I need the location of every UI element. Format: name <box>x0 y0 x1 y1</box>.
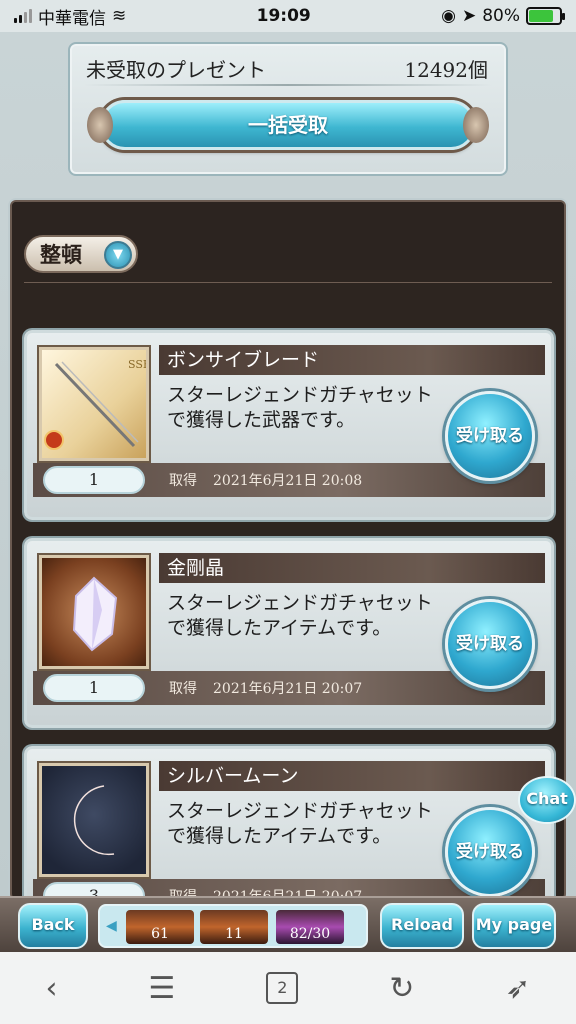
obtained-time: 2021年6月21日 20:08 <box>213 473 363 489</box>
present-card: シルバームーン スターレジェンドガチャセットで獲得したアイテムです。 3 取得 2… <box>24 746 554 898</box>
battery-icon <box>525 7 565 25</box>
chevron-left-icon[interactable]: ◀ <box>106 918 120 934</box>
item-thumbnail[interactable] <box>39 763 149 877</box>
receive-button[interactable]: 受け取る <box>445 599 535 689</box>
event-ticker[interactable]: ◀ 61 11 82/30 <box>98 904 368 948</box>
present-count: 12492個 <box>404 58 488 82</box>
browser-toolbar: ‹ ☰ 2 ↻ ➶ <box>0 952 576 1024</box>
ticker-item[interactable]: 61 <box>126 910 194 944</box>
divider <box>84 84 492 86</box>
item-name: シルバームーン <box>159 761 545 791</box>
mypage-button[interactable]: My page <box>472 903 556 949</box>
present-card: SSR ボンサイブレード スターレジェンドガチャセットで獲得した武器です。 1 … <box>24 330 554 520</box>
battery-percent: 80% <box>482 6 520 26</box>
rarity-badge: SSR <box>128 358 146 371</box>
clock: 19:09 <box>256 6 311 26</box>
location-icon: ➤ <box>461 6 477 26</box>
item-name: ボンサイブレード <box>159 345 545 375</box>
sword-icon: SSR <box>44 358 152 450</box>
status-left: 中華電信 ≋ <box>14 4 126 29</box>
present-title: 未受取のプレゼント <box>86 58 266 82</box>
lock-rotation-icon: ◉ <box>441 6 456 26</box>
obtained-label: 取得 <box>169 473 197 489</box>
obtained-label: 取得 <box>169 681 197 697</box>
bulk-receive-label: 一括受取 <box>248 113 328 137</box>
game-footer: Back ◀ 61 11 82/30 Reload My page <box>0 896 576 952</box>
chevron-down-icon: ▼ <box>104 241 132 269</box>
weapon-thumbnail[interactable]: SSR <box>39 347 152 461</box>
receive-button[interactable]: 受け取る <box>445 391 535 481</box>
list-toolbar: 整頓 ▼ <box>12 202 564 273</box>
ticker-item[interactable]: 11 <box>200 910 268 944</box>
battery-fill <box>528 10 553 22</box>
status-right: ◉ ➤ 80% <box>441 6 565 26</box>
back-arrow-icon[interactable]: ‹ <box>45 971 57 1006</box>
crescent-moon-icon <box>73 785 115 856</box>
rocket-icon[interactable]: ➶ <box>505 971 530 1006</box>
present-list-panel: 整頓 ▼ SSR ボンサイブレード スターレジェンドガチャセットで獲得した武器で… <box>10 200 566 900</box>
bulk-receive-button[interactable]: 一括受取 <box>87 100 489 150</box>
chat-button[interactable]: Chat <box>518 776 576 824</box>
present-card: 金剛晶 スターレジェンドガチャセットで獲得したアイテムです。 1 取得 2021年… <box>24 538 554 728</box>
sort-label: 整頓 <box>40 243 82 267</box>
item-quantity: 1 <box>43 466 145 494</box>
item-description: スターレジェンドガチャセットで獲得したアイテムです。 <box>167 800 433 847</box>
divider <box>24 282 552 283</box>
item-name: 金剛晶 <box>159 553 545 583</box>
item-thumbnail[interactable] <box>39 555 149 669</box>
reload-icon[interactable]: ↻ <box>389 971 414 1006</box>
receive-button[interactable]: 受け取る <box>445 807 535 897</box>
menu-icon[interactable]: ☰ <box>148 971 175 1006</box>
reload-button[interactable]: Reload <box>380 903 464 949</box>
button-ornament-left <box>87 107 113 143</box>
status-bar: 中華電信 ≋ 19:09 ◉ ➤ 80% <box>0 0 576 32</box>
item-obtained: 取得 2021年6月21日 20:07 <box>169 678 362 698</box>
carrier-label: 中華電信 <box>38 8 106 29</box>
item-description: スターレジェンドガチャセットで獲得した武器です。 <box>167 384 433 431</box>
sort-button[interactable]: 整頓 ▼ <box>24 235 138 273</box>
item-description: スターレジェンドガチャセットで獲得したアイテムです。 <box>167 592 433 639</box>
wifi-icon: ≋ <box>112 6 127 26</box>
present-summary-panel: 未受取のプレゼント 12492個 一括受取 <box>68 42 508 176</box>
button-ornament-right <box>463 107 489 143</box>
tabs-icon[interactable]: 2 <box>266 972 299 1004</box>
obtained-time: 2021年6月21日 20:07 <box>213 681 363 697</box>
crystal-icon <box>72 576 118 652</box>
item-obtained: 取得 2021年6月21日 20:08 <box>169 470 362 490</box>
signal-icon <box>14 9 32 23</box>
item-quantity: 1 <box>43 674 145 702</box>
ticker-item[interactable]: 82/30 <box>276 910 344 944</box>
back-button[interactable]: Back <box>18 903 88 949</box>
